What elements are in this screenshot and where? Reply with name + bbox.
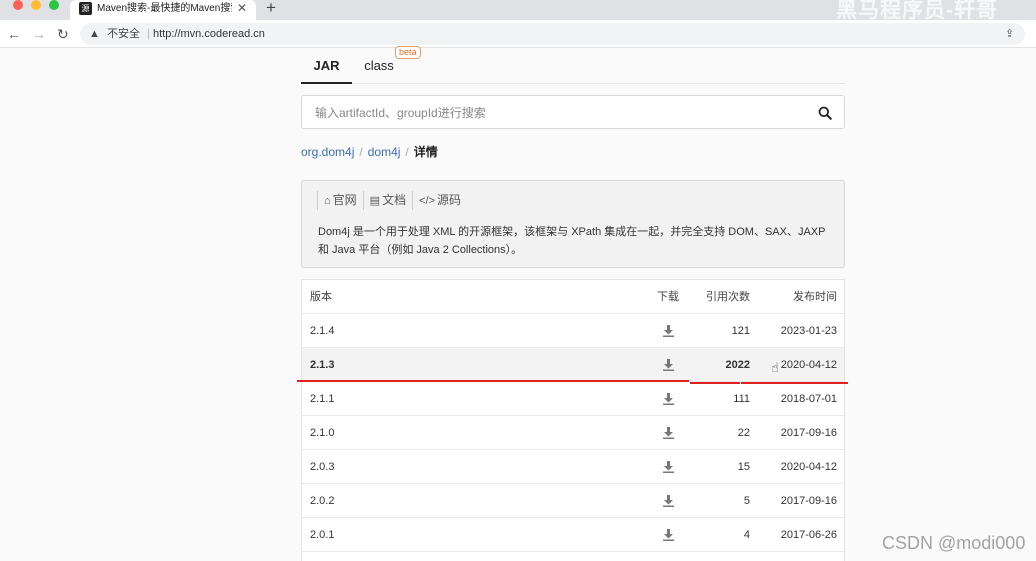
reload-icon[interactable]: ↻ (57, 25, 69, 43)
beta-badge: beta (395, 46, 421, 59)
warning-triangle-icon[interactable]: ▲ (89, 26, 100, 42)
reference-count: 2022 (725, 359, 750, 371)
reference-count: 4 (743, 529, 750, 541)
code-icon: </> (419, 195, 435, 207)
version-link[interactable]: 2.1.0 (310, 426, 334, 440)
artifact-info-panel: ⌂ 官网 ▤ 文档 </> 源码 Dom4j 是一个用于处理 XML 的开源框架，该框架与… (301, 180, 845, 268)
version-link[interactable]: 2.1.3 (310, 358, 334, 372)
breadcrumb: org.dom4j / dom4j / 详情 (301, 143, 438, 161)
table-row[interactable]: 2.0.1 4 2017-06-26 (302, 518, 844, 552)
close-tab-icon[interactable]: ✕ (237, 1, 247, 15)
header-count: 引用次数 (706, 291, 750, 303)
new-tab-button[interactable]: + (266, 0, 276, 18)
insecure-label[interactable]: 不安全 (107, 26, 140, 42)
home-link-label: 官网 (332, 193, 357, 207)
header-version: 版本 (310, 291, 332, 303)
address-bar-row: ← → ↻ ▲ 不安全 | http://mvn.coderead.cn ⇪ (0, 20, 1036, 48)
table-header-row: 版本 下载 引用次数 发布时间 (302, 280, 844, 314)
download-icon[interactable] (663, 495, 674, 507)
annotation-underline (690, 382, 740, 384)
tab-class[interactable]: class (357, 52, 401, 84)
csdn-watermark: CSDN @modi000 (882, 533, 1026, 553)
site-favicon-icon: 源 (79, 2, 92, 15)
share-icon[interactable]: ⇪ (1005, 26, 1014, 42)
browser-tab-bar: 源 Maven搜索-最快捷的Maven搜索 ✕ + 黑马程序员-轩哥 (0, 0, 1036, 22)
download-icon[interactable] (663, 529, 674, 541)
source-link[interactable]: </> 源码 (412, 191, 467, 210)
release-date: 2017-06-26 (780, 529, 837, 541)
source-link-label: 源码 (437, 193, 462, 207)
reference-count: 111 (733, 393, 750, 405)
breadcrumb-separator: / (359, 145, 363, 159)
release-date: 2020-04-12 (780, 359, 837, 371)
tab-title: Maven搜索-最快捷的Maven搜索 (97, 3, 232, 14)
breadcrumb-current: 详情 (413, 145, 438, 159)
search-placeholder: 输入artifactId、groupId进行搜索 (315, 106, 486, 120)
back-arrow-icon[interactable]: ← (7, 25, 21, 43)
window-zoom-button[interactable] (49, 0, 59, 10)
browser-tab[interactable]: 源 Maven搜索-最快捷的Maven搜索 ✕ (70, 0, 256, 20)
reference-count: 121 (731, 325, 750, 337)
search-input[interactable]: 输入artifactId、groupId进行搜索 (301, 95, 845, 129)
version-link[interactable]: 2.0.2 (310, 494, 334, 508)
version-table: 版本 下载 引用次数 发布时间 2.1.4 121 2023-01-23 2.1… (301, 279, 845, 561)
search-icon[interactable] (818, 106, 832, 120)
header-date: 发布时间 (793, 291, 837, 303)
docs-link[interactable]: ▤ 文档 (362, 191, 412, 210)
release-date: 2023-01-23 (780, 325, 837, 337)
download-icon[interactable] (663, 393, 674, 405)
version-link[interactable]: 2.1.1 (310, 392, 334, 406)
download-icon[interactable] (663, 461, 674, 473)
breadcrumb-separator: / (405, 145, 409, 159)
breadcrumb-artifact-link[interactable]: dom4j (368, 145, 401, 159)
table-row[interactable]: 2.1.4 121 2023-01-23 (302, 314, 844, 348)
window-minimize-button[interactable] (31, 0, 41, 10)
version-link[interactable]: 2.0.3 (310, 460, 334, 474)
release-date: 2020-04-12 (780, 461, 837, 473)
version-link[interactable]: 2.0.1 (310, 528, 334, 542)
breadcrumb-group-link[interactable]: org.dom4j (301, 145, 354, 159)
artifact-description: Dom4j 是一个用于处理 XML 的开源框架，该框架与 XPath 集成在一起… (318, 226, 826, 256)
reference-count: 22 (737, 427, 750, 439)
window-close-button[interactable] (13, 0, 23, 10)
header-download: 下载 (657, 291, 679, 303)
release-date: 2018-07-01 (780, 393, 837, 405)
download-icon[interactable] (663, 427, 674, 439)
home-icon: ⌂ (324, 195, 331, 207)
annotation-underline (297, 380, 689, 382)
table-row[interactable]: 2.0.3 15 2020-04-12 (302, 450, 844, 484)
table-row[interactable]: 2.1.1 111 2018-07-01 (302, 382, 844, 416)
mouse-pointer-icon: ☝ (771, 360, 779, 375)
download-icon[interactable] (663, 359, 674, 371)
table-row[interactable]: 2.1.3 2022 2020-04-12 (302, 348, 844, 382)
version-link[interactable]: 2.1.4 (310, 324, 334, 338)
reference-count: 15 (737, 461, 750, 473)
docs-link-label: 文档 (382, 193, 407, 207)
table-row[interactable]: 2.0.2 5 2017-09-16 (302, 484, 844, 518)
search-mode-tabs: JAR class beta (301, 46, 845, 84)
artifact-links: ⌂ 官网 ▤ 文档 </> 源码 (317, 191, 467, 210)
table-row[interactable]: 2.1.0 22 2017-09-16 (302, 416, 844, 450)
url-omnibox[interactable]: ▲ 不安全 | http://mvn.coderead.cn ⇪ (80, 23, 1025, 45)
url-text[interactable]: http://mvn.coderead.cn (153, 26, 265, 42)
document-icon: ▤ (369, 195, 381, 207)
reference-count: 5 (743, 495, 750, 507)
home-link[interactable]: ⌂ 官网 (317, 191, 363, 210)
url-separator: | (147, 26, 151, 40)
release-date: 2017-09-16 (780, 495, 837, 507)
annotation-underline (741, 382, 848, 384)
tab-jar[interactable]: JAR (301, 52, 352, 84)
release-date: 2017-09-16 (780, 427, 837, 439)
forward-arrow-icon[interactable]: → (32, 25, 46, 43)
download-icon[interactable] (663, 325, 674, 337)
